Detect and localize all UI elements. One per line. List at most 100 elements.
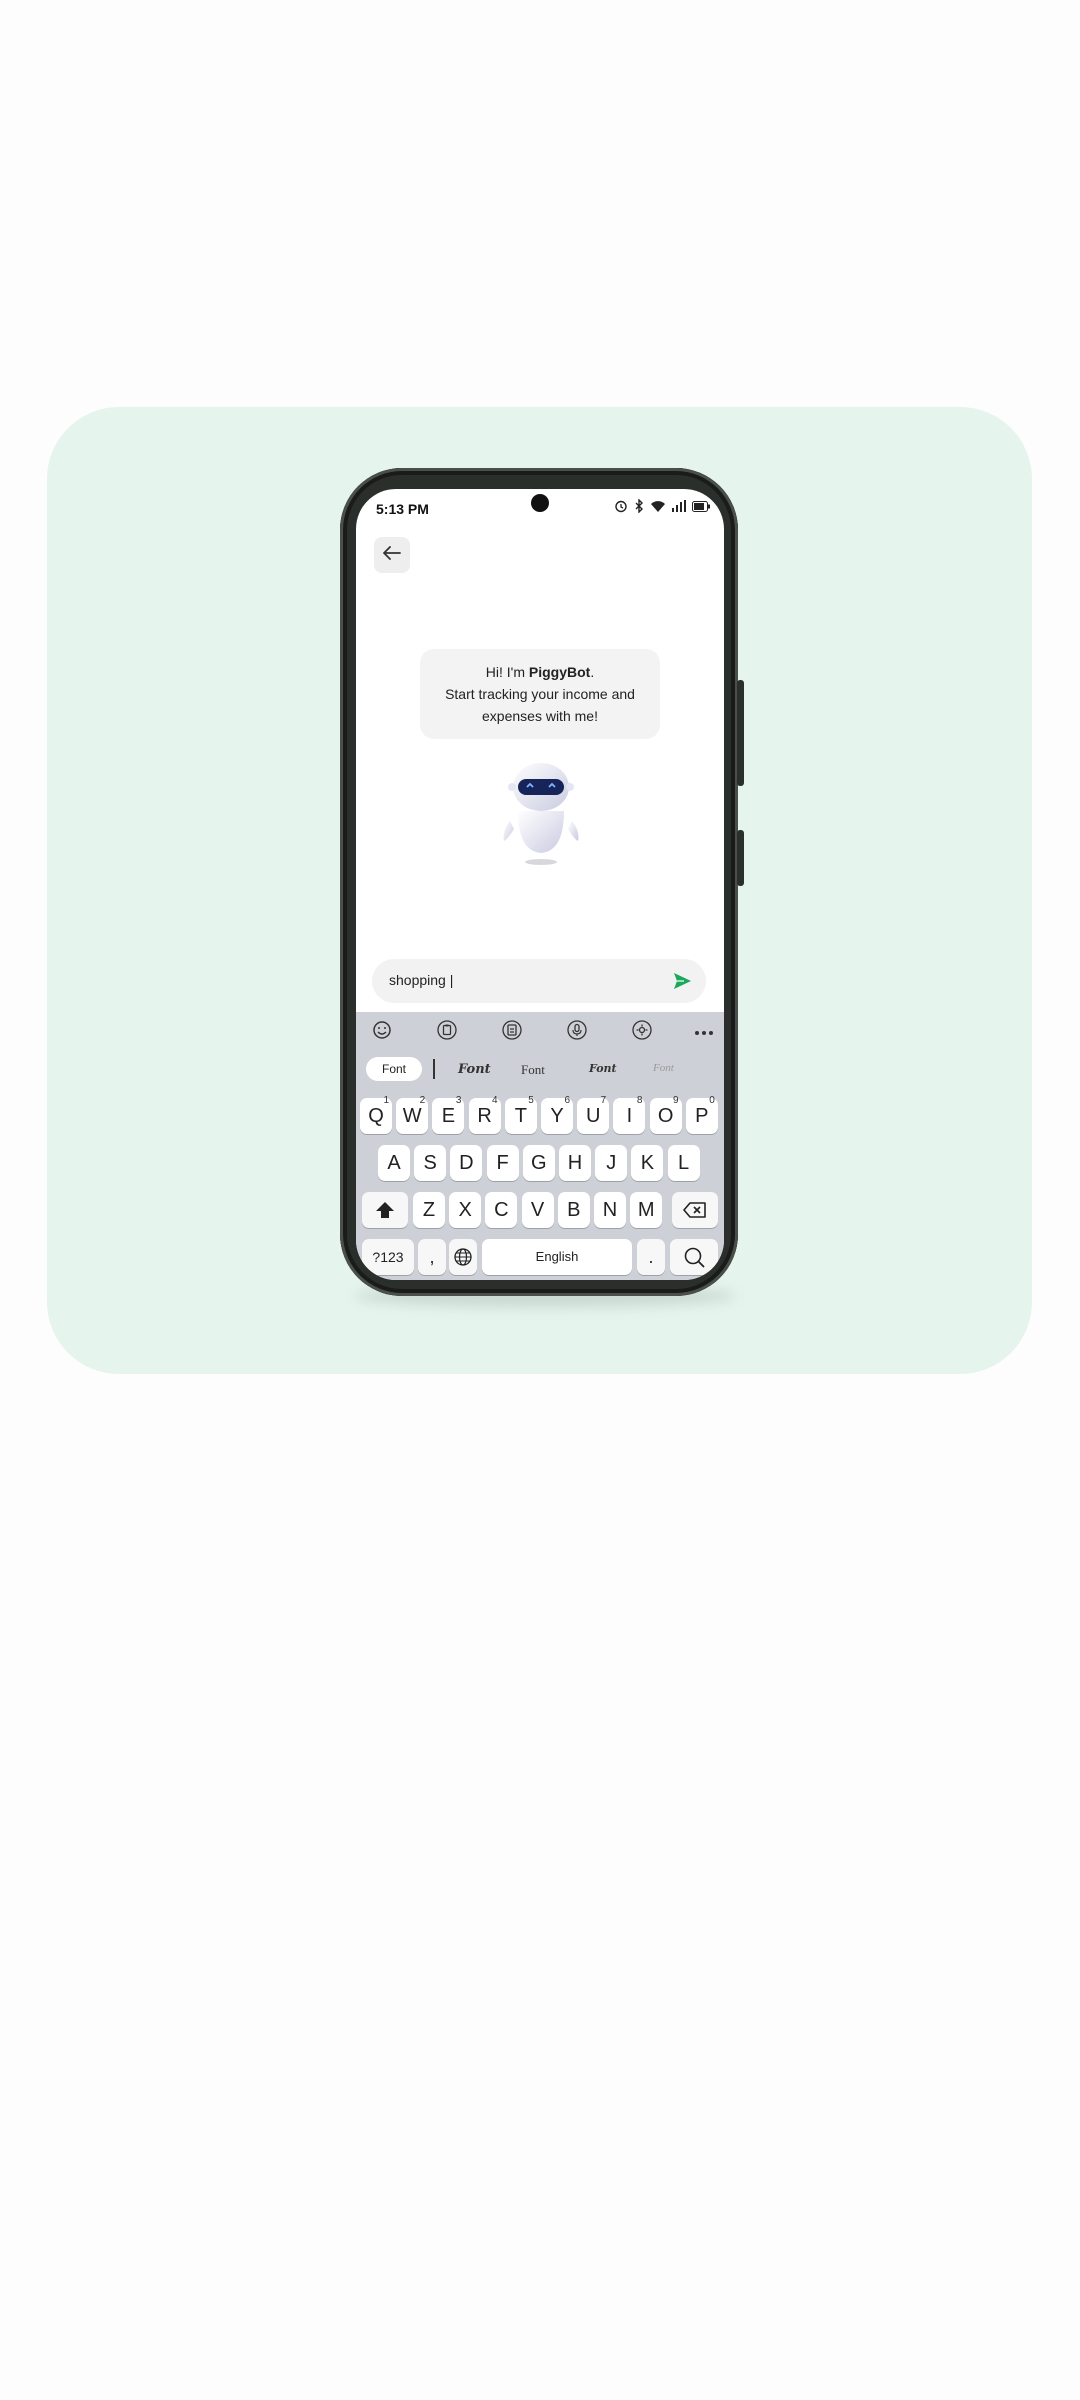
- key-label: P: [695, 1105, 709, 1127]
- key-label: R: [477, 1105, 492, 1127]
- key-x[interactable]: X: [449, 1192, 482, 1228]
- phone-screen: 5:13 PM Hi! I'm PiggyBot. Start tracking…: [356, 489, 724, 1280]
- key-w[interactable]: W2: [396, 1095, 429, 1134]
- font-selector-row: Font Font Font Font Font: [356, 1054, 724, 1084]
- key-a[interactable]: A: [378, 1145, 410, 1181]
- key-number-hint: 0: [709, 1095, 715, 1106]
- key-label: O: [657, 1105, 674, 1127]
- emoji-icon: [372, 1020, 392, 1045]
- bluetooth-icon: [634, 499, 644, 513]
- back-arrow-icon: [383, 545, 401, 565]
- volume-button: [737, 680, 744, 786]
- key-label: T: [514, 1105, 527, 1127]
- key-label: N: [602, 1199, 618, 1221]
- clipboard-icon: [437, 1019, 457, 1045]
- space-key[interactable]: English: [482, 1239, 632, 1275]
- key-number-hint: 9: [673, 1095, 679, 1106]
- settings-icon: [632, 1019, 652, 1045]
- clipboard-button[interactable]: [435, 1019, 459, 1045]
- key-d[interactable]: D: [450, 1145, 483, 1181]
- key-label: A: [387, 1152, 401, 1174]
- key-b[interactable]: B: [557, 1192, 590, 1228]
- font-pill[interactable]: Font: [366, 1057, 422, 1081]
- font-option-1[interactable]: Font: [458, 1062, 491, 1077]
- key-label: G: [531, 1152, 547, 1174]
- key-j[interactable]: J: [595, 1145, 628, 1181]
- key-q[interactable]: Q1: [360, 1095, 392, 1134]
- key-e[interactable]: E3: [432, 1095, 465, 1134]
- period-key[interactable]: .: [637, 1239, 665, 1275]
- wifi-icon: [650, 500, 666, 513]
- sticker-button[interactable]: [500, 1019, 524, 1044]
- key-u[interactable]: U7: [577, 1095, 610, 1134]
- emoji-button[interactable]: [370, 1020, 394, 1044]
- key-v[interactable]: V: [521, 1192, 554, 1228]
- key-number-hint: 4: [492, 1095, 498, 1106]
- key-number-hint: 8: [636, 1095, 643, 1106]
- shift-icon: [375, 1202, 395, 1224]
- key-label: I: [626, 1105, 633, 1127]
- greeting-suffix: .: [590, 664, 595, 680]
- key-c[interactable]: C: [485, 1192, 518, 1228]
- greeting-prefix: Hi! I'm: [485, 664, 529, 680]
- key-k[interactable]: K: [631, 1145, 664, 1181]
- font-option-4[interactable]: Font: [653, 1062, 674, 1074]
- soft-keyboard: Font Font Font Font Font Q1W2E3R4T5Y6U7I…: [356, 1012, 724, 1280]
- key-number-hint: 1: [383, 1095, 389, 1106]
- key-n[interactable]: N: [594, 1192, 626, 1228]
- key-g[interactable]: G: [522, 1145, 555, 1181]
- key-label: K: [640, 1152, 655, 1174]
- status-icons: [614, 499, 710, 513]
- key-p[interactable]: P0: [685, 1095, 718, 1134]
- key-y[interactable]: Y6: [541, 1095, 573, 1134]
- key-number-hint: 2: [419, 1095, 426, 1106]
- key-s[interactable]: S: [414, 1145, 447, 1181]
- status-bar: 5:13 PM: [356, 489, 724, 529]
- send-button[interactable]: [672, 971, 692, 996]
- comma-key[interactable]: ,: [418, 1239, 446, 1275]
- key-z[interactable]: Z: [413, 1192, 445, 1228]
- shift-key[interactable]: [362, 1192, 408, 1228]
- piggybot-mascot: [496, 759, 586, 869]
- key-f[interactable]: F: [486, 1145, 519, 1181]
- key-label: V: [530, 1199, 545, 1221]
- key-m[interactable]: M: [630, 1192, 663, 1228]
- key-label: S: [423, 1152, 437, 1174]
- font-option-3[interactable]: Font: [589, 1062, 617, 1075]
- back-button[interactable]: [374, 537, 410, 573]
- key-number-hint: 3: [455, 1095, 462, 1106]
- battery-icon: [692, 500, 710, 512]
- bot-message-bubble: Hi! I'm PiggyBot. Start tracking your in…: [420, 649, 660, 739]
- symbols-key[interactable]: ?123: [362, 1239, 414, 1275]
- key-label: Y: [550, 1105, 564, 1127]
- key-t[interactable]: T5: [504, 1095, 537, 1134]
- keyboard-settings-button[interactable]: [630, 1019, 654, 1045]
- key-label: Z: [422, 1199, 436, 1221]
- bot-name: PiggyBot: [528, 664, 591, 680]
- key-label: D: [459, 1152, 474, 1174]
- key-number-hint: 6: [564, 1095, 570, 1106]
- key-label: W: [402, 1105, 422, 1127]
- bot-message-line2: Start tracking your income and: [445, 686, 635, 702]
- key-label: U: [585, 1105, 601, 1127]
- key-label: E: [441, 1105, 456, 1127]
- key-h[interactable]: H: [559, 1145, 591, 1181]
- status-time: 5:13 PM: [376, 501, 429, 517]
- more-icon: [694, 1023, 714, 1041]
- voice-input-button[interactable]: [565, 1019, 589, 1044]
- search-icon: [683, 1247, 705, 1273]
- front-camera: [531, 494, 549, 512]
- font-option-2[interactable]: Font: [521, 1062, 545, 1078]
- key-i[interactable]: I8: [613, 1095, 646, 1134]
- key-l[interactable]: L: [667, 1145, 700, 1181]
- key-o[interactable]: O9: [649, 1095, 682, 1134]
- send-icon: [672, 973, 692, 995]
- key-r[interactable]: R4: [468, 1095, 501, 1134]
- language-key[interactable]: [449, 1239, 477, 1275]
- message-input[interactable]: shopping |: [372, 959, 706, 1003]
- bot-message-line1: Hi! I'm PiggyBot.: [420, 661, 660, 683]
- more-button[interactable]: [692, 1020, 716, 1044]
- backspace-key[interactable]: [672, 1192, 718, 1228]
- key-label: M: [637, 1199, 655, 1221]
- search-key[interactable]: [670, 1239, 718, 1275]
